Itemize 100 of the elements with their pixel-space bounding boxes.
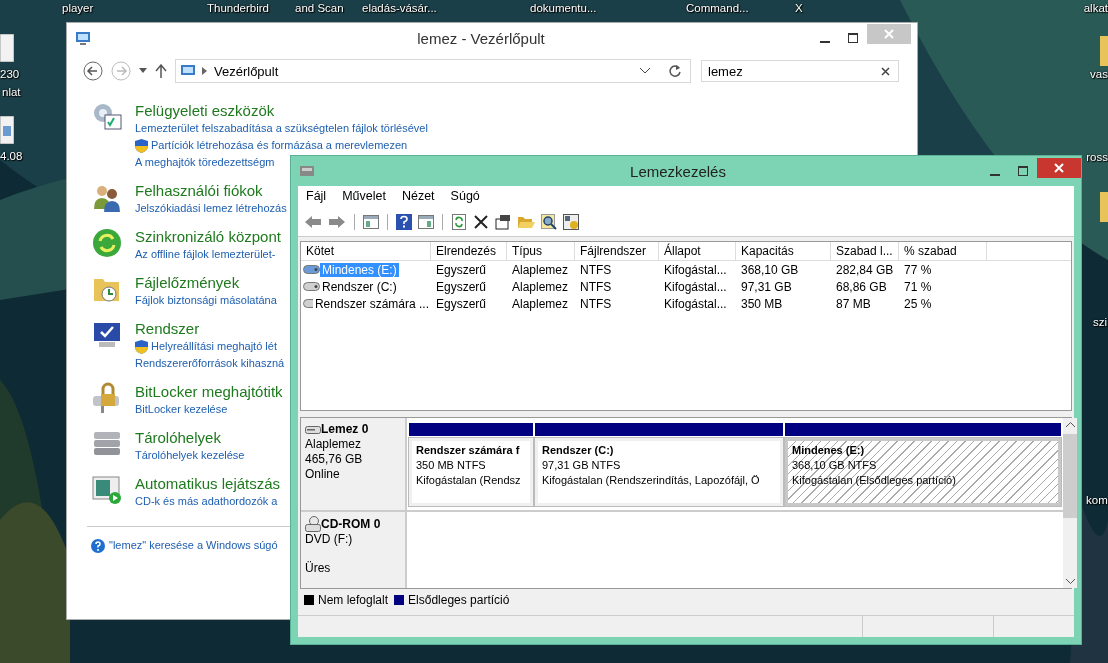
task-link[interactable]: Helyreállítási meghajtó lét [135,338,277,355]
partition-status: Kifogástalan (Rendsz [416,473,521,488]
minimize-icon [820,41,830,43]
task-link[interactable]: Az offline fájlok lemezterület- [135,246,276,263]
menu-item[interactable]: Fájl [306,189,327,205]
help-icon [91,538,105,553]
category-title[interactable]: Tárolóhelyek [135,428,221,447]
properties-icon[interactable] [495,214,511,230]
category-title[interactable]: BitLocker meghajtótitk [135,382,283,401]
disk-detail: DVD (F:) [305,532,353,547]
desktop-icon-label[interactable]: Thunderbird [207,1,269,15]
column-header[interactable]: Típus [507,242,575,260]
category-title[interactable]: Felügyeleti eszközök [135,101,275,120]
desktop-icon-label[interactable]: kom [1086,493,1108,507]
category-title[interactable]: Automatikus lejátszás [135,474,281,493]
table-cell: NTFS [580,296,612,311]
partition-block[interactable]: Rendszer számára f 350 MB NTFS Kifogástalan (Rendsz [409,438,533,506]
action-pane-icon[interactable] [418,214,434,230]
refresh-icon[interactable] [668,64,682,78]
task-link[interactable]: Tárolóhelyek kezelése [135,447,245,464]
task-link[interactable]: BitLocker kezelése [135,401,228,418]
task-link[interactable]: CD-k és más adathordozók a [135,493,278,510]
gear-icon [91,101,123,133]
scroll-up-icon[interactable] [1065,422,1075,428]
search-field[interactable]: lemez [701,60,899,82]
task-link[interactable]: Jelszókiadási lemez létrehozás [135,200,287,217]
caret-icon[interactable] [139,68,147,74]
partition-block[interactable]: Rendszer (C:) 97,31 GB NTFS Kifogástalan (Rendszerindítás, Lapozófájl, Ö [535,438,783,506]
desktop-icon-label[interactable]: X [795,1,803,15]
maximize-icon [1018,166,1028,176]
spreadsheet-icon[interactable] [0,116,14,144]
table-cell: 97,31 GB [741,279,792,294]
category-title[interactable]: Rendszer [135,319,200,338]
drive-icon [303,299,313,308]
column-header[interactable]: Állapot [659,242,736,260]
column-header[interactable]: Kapacitás [736,242,831,260]
table-cell: 71 % [904,279,932,294]
clear-icon[interactable] [881,66,890,76]
column-header[interactable]: Elrendezés [431,242,507,260]
scrollbar[interactable] [1063,418,1077,588]
desktop-icon-label[interactable]: and Scan [295,1,344,15]
partition-size: 350 MB NTFS [416,458,486,473]
column-header[interactable]: Fájlrendszer [575,242,659,260]
table-cell: 282,84 GB [836,262,894,277]
desktop-icon-label[interactable]: eladás-vásár... [362,1,437,15]
console-tree-icon[interactable] [363,214,379,230]
volume-name[interactable]: Rendszer számára ... [312,296,431,311]
desktop-icon-label[interactable]: dokumentu... [530,1,597,15]
task-link[interactable]: Fájlok biztonsági másolatána [135,292,277,309]
scroll-down-icon[interactable] [1065,578,1075,584]
partition-name: Rendszer (C:) [542,443,614,458]
category-title[interactable]: Fájlelőzmények [135,273,240,292]
back-icon[interactable] [83,61,103,81]
forward-arrow-icon[interactable] [328,214,346,230]
disk-detail: Online [305,467,340,482]
disk-info-panel[interactable]: CD-ROM 0 DVD (F:) Üres [301,512,407,588]
minimize-icon [990,174,1000,176]
volume-name[interactable]: Rendszer (C:) [320,279,399,294]
address-field[interactable]: Vezérlőpult [175,59,691,83]
disk-name: CD-ROM 0 [321,516,381,532]
window-title: lemez - Vezérlőpult [417,29,545,47]
back-arrow-icon[interactable] [304,214,322,230]
menu-item[interactable]: Művelet [342,189,386,205]
desktop-icon-label[interactable]: vas [1090,67,1108,81]
desktop-icon-label[interactable]: alkat [1083,1,1108,15]
desktop-icon-label[interactable]: nlat [2,85,21,99]
desktop-icon-label[interactable]: 4.08 [0,149,23,163]
desktop-icon-label[interactable]: 230 [0,67,20,81]
search-icon[interactable] [541,214,557,230]
menu-item[interactable]: Nézet [401,189,435,205]
refresh-icon[interactable] [451,214,467,230]
dropdown-icon[interactable] [640,68,650,74]
help-link[interactable]: "lemez" keresése a Windows súgó [109,537,278,554]
up-arrow-icon[interactable] [155,64,167,78]
desktop-icon-label[interactable]: ross [1086,150,1108,164]
table-cell: Kifogástal... [664,262,727,277]
partition-status: Kifogástalan (Rendszerindítás, Lapozófájl, Ö [542,473,760,488]
task-link[interactable]: Lemezterület felszabadítása a szükségtelen fájlok törlésével [135,120,428,137]
category-title[interactable]: Szinkronizáló központ [135,227,281,246]
category-title[interactable]: Felhasználói fiókok [135,181,263,200]
legend-label: Nem lefoglalt [318,593,389,607]
task-link[interactable]: A meghajtók töredezettségm [135,154,275,171]
desktop-icon-label[interactable]: player [62,1,94,15]
desktop-icon-label[interactable]: Command... [686,1,749,15]
partition-block[interactable]: Mindenes (E:) 368,10 GB NTFS Kifogástalan (Elsődleges partíció) [785,438,1061,506]
disk-info-panel[interactable]: Lemez 0 Alaplemez 465,76 GB Online [301,418,407,510]
settings-icon[interactable] [563,214,579,230]
help-icon[interactable] [396,214,412,230]
desktop-icon-label[interactable]: szi [1093,315,1108,329]
column-header[interactable]: Kötet [301,242,431,260]
menu-item[interactable]: Súgó [450,189,480,205]
maximize-icon [848,33,858,43]
column-header[interactable]: Szabad l... [831,242,899,260]
close-button[interactable] [1037,158,1081,178]
column-header[interactable]: % szabad [899,242,987,260]
partition-size: 97,31 GB NTFS [542,458,621,473]
partition-status: Kifogástalan (Elsődleges partíció) [792,473,956,488]
task-link[interactable]: Partíciók létrehozása és formázása a merevlemezen [135,137,408,154]
task-link[interactable]: Rendszererőforrások kihaszná [135,355,285,372]
delete-icon[interactable] [473,214,489,230]
